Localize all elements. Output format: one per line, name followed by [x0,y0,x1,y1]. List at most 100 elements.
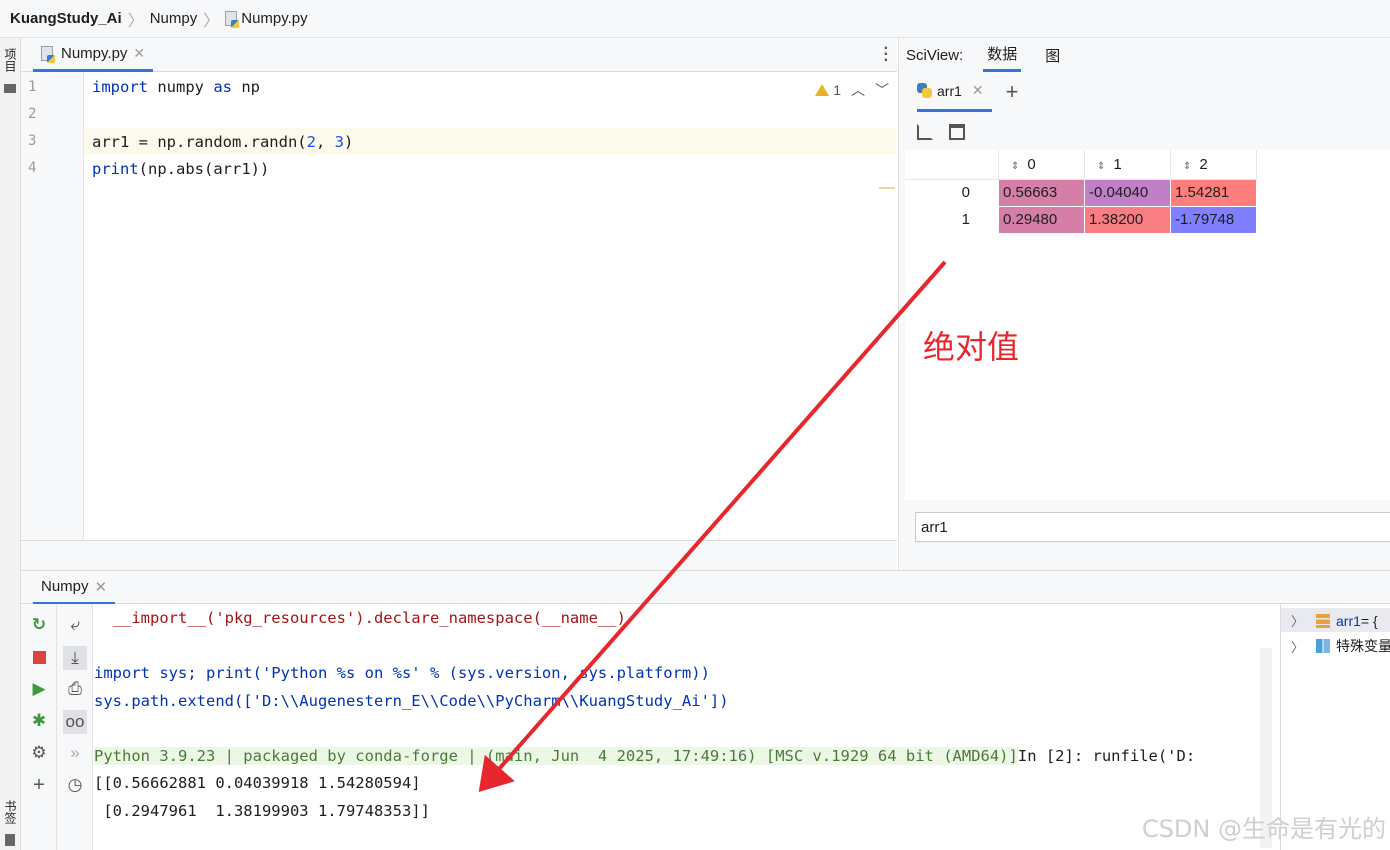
sciview-panel: SciView: 数据 图 arr1 ✕ + ⇕ 0 ⇕ 1 ⇕ 2 0 0.5666… [898,38,1390,570]
table-cell[interactable]: -1.79748 [1170,205,1257,234]
breadcrumb-project[interactable]: KuangStudy_Ai [10,10,122,27]
bookmark-icon[interactable] [5,834,15,846]
sort-icon: ⇕ [1011,160,1020,172]
warning-indicator[interactable]: 1 [815,82,841,98]
code-line[interactable]: import numpy as np [92,78,260,96]
run-icon[interactable]: ▶ [30,680,48,698]
close-icon[interactable]: ✕ [972,82,984,99]
add-icon[interactable]: + [1006,79,1019,105]
line-number-gutter: 1 2 3 4 [21,72,84,540]
array-toolbar [917,124,965,140]
console-line: Python 3.9.23 | packaged by conda-forge … [94,747,1195,765]
console-banner: Python 3.9.23 | packaged by conda-forge … [94,747,1018,765]
editor-tab-bar: Numpy.py ✕ · · · [21,38,897,72]
array-tab-label: arr1 [937,82,962,99]
soft-wrap-icon[interactable]: ⤶ [66,616,84,634]
code-editor[interactable]: 1 2 3 4 import numpy as np arr1 = np.ran… [21,72,897,540]
code-line[interactable]: print(np.abs(arr1)) [92,160,269,178]
history-icon[interactable]: ◷ [66,776,84,794]
column-header[interactable]: ⇕ 0 [998,150,1085,180]
column-header[interactable]: ⇕ 1 [1084,150,1171,180]
python-console[interactable]: __import__('pkg_resources').declare_name… [93,604,1280,850]
chevron-up-icon[interactable]: ︿ [851,80,865,100]
table-cell[interactable]: 0.29480 [998,205,1085,234]
breadcrumb: KuangStudy_Ai 〉 Numpy 〉 Numpy.py [0,0,1390,38]
warning-icon [815,84,830,96]
console-line: sys.path.extend(['D:\\Augenestern_E\\Cod… [94,692,729,710]
table-cell[interactable]: -0.04040 [1084,178,1171,207]
column-header[interactable]: ⇕ 2 [1170,150,1257,180]
table-corner [905,150,999,180]
table-cell[interactable]: 1.54281 [1170,178,1257,207]
variable-value: = { [1360,612,1378,629]
editor-tab-label: Numpy.py [61,45,128,62]
editor-tab-numpy-py[interactable]: Numpy.py ✕ [33,38,154,72]
variable-row[interactable]: 〉 arr1 = { [1291,611,1378,630]
array-icon [1316,613,1331,628]
console-line: [[0.56662881 0.04039918 1.54280594] [94,774,421,792]
close-icon[interactable]: ✕ [133,45,145,62]
sciview-title: SciView: [906,46,964,64]
add-icon[interactable]: + [30,775,48,795]
line-number: 1 [28,79,37,95]
maximize-icon[interactable] [949,124,965,140]
tab-plots[interactable]: 图 [1041,38,1064,72]
watermark: CSDN @生命是有光的 [1141,815,1386,843]
variable-name: arr1 [1336,612,1361,629]
inspection-widget[interactable]: 1 ︿ ﹀ [815,80,889,100]
rerun-icon[interactable]: ↻ [30,616,48,634]
close-icon[interactable]: ✕ [95,578,108,596]
sciview-tab-bar: SciView: 数据 图 [899,38,1390,72]
chevron-right-icon[interactable]: 〉 [1291,637,1304,656]
python-file-icon [41,46,55,63]
show-variables-icon[interactable]: oo [63,710,87,734]
console-line: __import__('pkg_resources').declare_name… [94,609,626,627]
table-cell[interactable]: 1.38200 [1084,205,1171,234]
tab-data[interactable]: 数据 [983,38,1022,72]
annotation-label: 绝对值 [923,328,1020,366]
console-tab-label: Numpy [41,578,89,595]
console-toolbar-secondary: ⤶ ⤓ ⎙ oo » ◷ [57,604,93,850]
console-toolbar-primary: ↻ ▶ ✱ ⚙ + [21,604,57,850]
console-tab-numpy[interactable]: Numpy ✕ [33,571,116,605]
variable-row[interactable]: 〉 特殊变量 [1291,636,1390,656]
scrollbar-marker[interactable] [879,187,895,189]
chevron-right-icon[interactable]: 〉 [1291,611,1304,630]
line-number: 3 [28,133,37,149]
breadcrumb-file-label: Numpy.py [241,10,308,27]
breadcrumb-file[interactable]: Numpy.py [225,10,308,28]
row-index: 0 [905,178,999,207]
table-cell[interactable]: 0.56663 [998,178,1085,207]
editor-footer [21,540,897,570]
special-variables-icon [1316,639,1331,653]
table-header-row: ⇕ 0 ⇕ 1 ⇕ 2 [905,150,1257,180]
left-tool-stripe: 项目 书签 [0,38,21,850]
folder-icon[interactable] [4,84,16,93]
console-line: import sys; print('Python %s on %s' % (s… [94,664,710,682]
gear-icon[interactable]: ⚙ [30,744,48,762]
warning-count: 1 [833,82,841,98]
more-vertical-icon[interactable]: · · · [884,41,889,69]
execute-icon[interactable]: » [66,744,84,762]
project-tool-tab[interactable]: 项目 [2,48,19,72]
slice-input[interactable]: arr1 [915,512,1390,542]
chevron-right-icon: 〉 [203,12,220,30]
breadcrumb-folder[interactable]: Numpy [150,10,198,27]
chevron-down-icon[interactable]: ﹀ [875,80,889,100]
code-line[interactable]: arr1 = np.random.randn(2, 3) [92,133,353,151]
sort-icon: ⇕ [1183,160,1192,172]
print-icon[interactable]: ⎙ [66,680,84,698]
stop-icon[interactable] [30,648,48,666]
row-index: 1 [905,205,999,234]
open-in-editor-icon[interactable] [917,124,933,140]
line-number: 2 [28,106,37,122]
scroll-to-end-icon[interactable]: ⤓ [63,646,87,670]
sort-icon: ⇕ [1097,160,1106,172]
console-input[interactable]: In [2]: runfile('D: [1018,747,1195,765]
debug-icon[interactable]: ✱ [30,712,48,730]
bookmarks-tool-tab[interactable]: 书签 [2,800,19,824]
variable-name: 特殊变量 [1336,638,1390,654]
console-line: [0.2947961 1.38199903 1.79748353]] [94,802,430,820]
array-tab-arr1[interactable]: arr1 ✕ [917,72,992,112]
chevron-right-icon: 〉 [127,12,144,30]
